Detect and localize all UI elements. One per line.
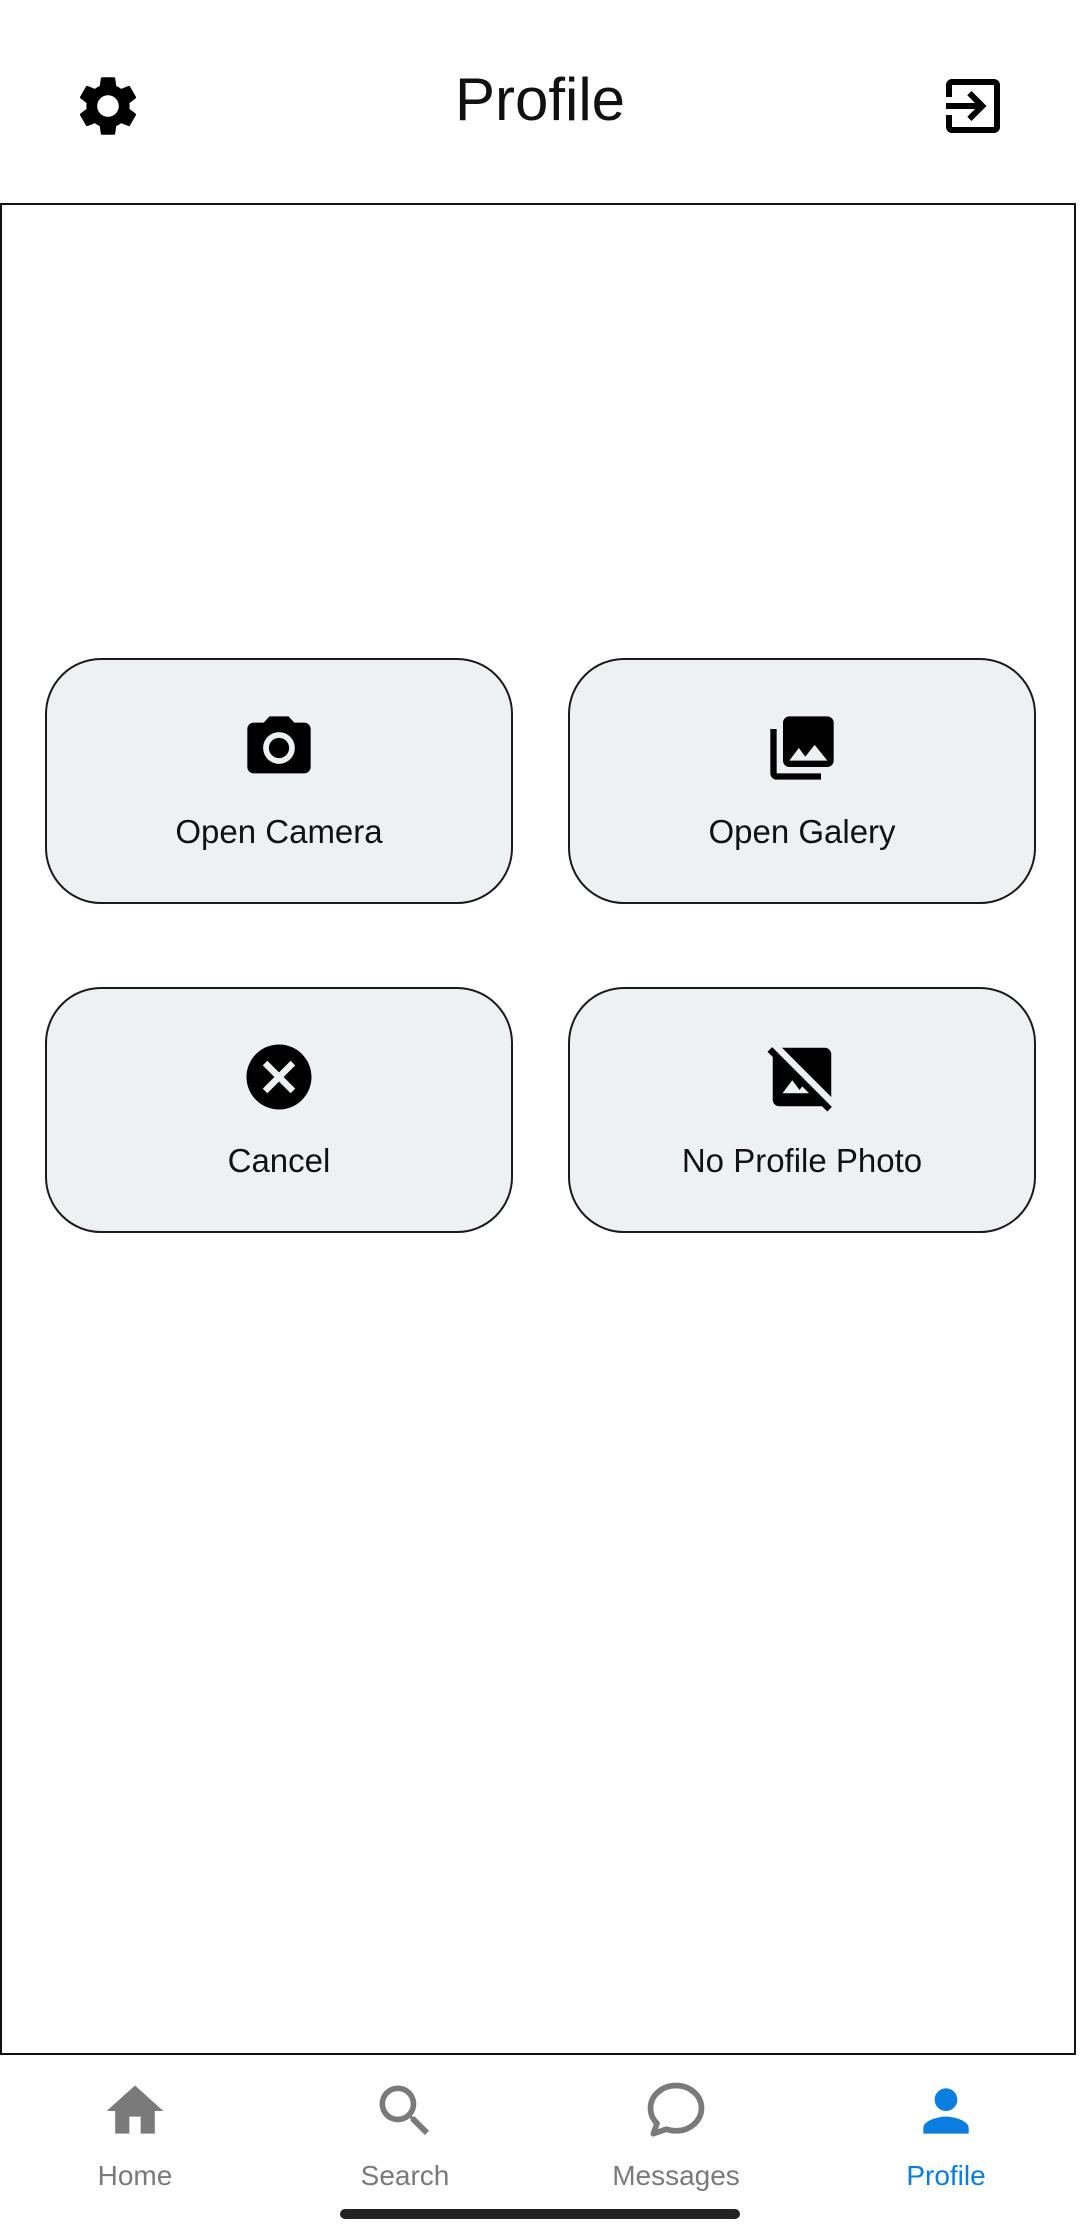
card-label: Open Galery [708, 813, 896, 850]
home-icon [106, 2085, 164, 2134]
no-photo-icon [767, 1047, 832, 1112]
nav-icon-wrap [295, 2075, 515, 2147]
nav-item-profile[interactable]: Profile [836, 2075, 1056, 2205]
card-icon-wrap [47, 712, 511, 784]
nav-icon-wrap [25, 2075, 245, 2147]
card-icon-wrap [570, 712, 1034, 784]
open-camera-button[interactable]: Open Camera [45, 658, 513, 904]
gallery-icon [770, 716, 834, 780]
card-icon-wrap [47, 1041, 511, 1113]
cancel-icon [246, 1044, 312, 1110]
nav-icon-wrap [566, 2075, 786, 2147]
nav-item-search[interactable]: Search [295, 2075, 515, 2205]
chat-bubble-icon [647, 2082, 705, 2137]
home-indicator [340, 2209, 740, 2219]
search-icon [379, 2085, 430, 2136]
card-label: No Profile Photo [681, 1142, 923, 1179]
logout-button[interactable] [925, 58, 1021, 154]
cancel-button[interactable]: Cancel [45, 987, 513, 1233]
open-gallery-button[interactable]: Open Galery [568, 658, 1036, 904]
logout-icon [946, 79, 1000, 133]
nav-label: Profile [906, 2160, 986, 2191]
nav-label: Home [97, 2160, 173, 2191]
nav-icon-wrap [836, 2075, 1056, 2147]
nav-item-home[interactable]: Home [25, 2075, 245, 2205]
person-icon [923, 2088, 969, 2134]
page-title: Profile [454, 66, 626, 133]
card-label: Open Camera [175, 813, 383, 850]
top-app-bar: Profile [0, 0, 1080, 203]
no-profile-photo-button[interactable]: No Profile Photo [568, 987, 1036, 1233]
nav-label: Search [360, 2160, 450, 2191]
nav-label: Messages [612, 2160, 740, 2191]
camera-icon [247, 716, 311, 774]
card-icon-wrap [570, 1041, 1034, 1113]
card-label: Cancel [227, 1142, 331, 1179]
nav-item-messages[interactable]: Messages [566, 2075, 786, 2205]
